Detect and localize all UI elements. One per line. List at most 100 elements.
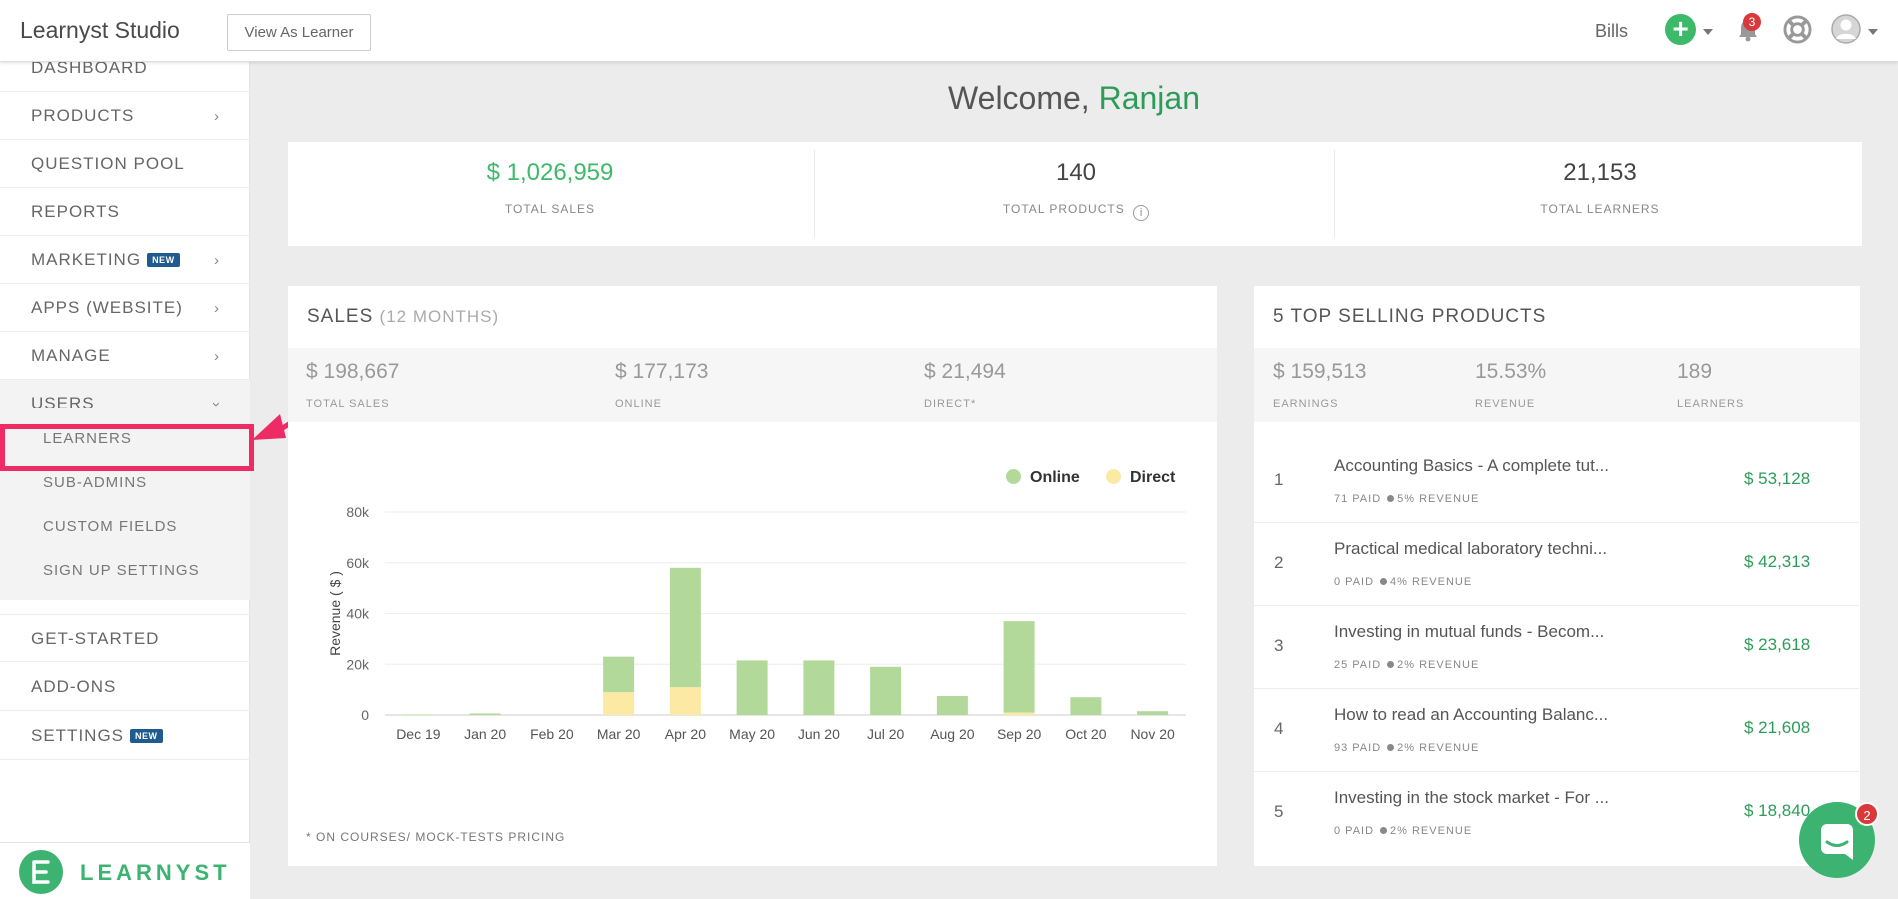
welcome-heading: Welcome, Ranjan	[250, 80, 1898, 117]
x-tick-label: Oct 20	[1065, 726, 1106, 742]
submenu-item-custom-fields[interactable]: CUSTOM FIELDS	[43, 518, 177, 535]
y-tick-label: 40k	[346, 606, 370, 622]
add-icon[interactable]: +	[1665, 14, 1696, 45]
product-meta: 25 PAID 2% REVENUE	[1334, 659, 1479, 671]
product-row[interactable]: 5 Investing in the stock market - For ..…	[1254, 772, 1859, 855]
x-tick-label: Jul 20	[867, 726, 905, 742]
sidebar-item-question-pool[interactable]: QUESTION POOL	[0, 140, 250, 188]
stats-card: $ 1,026,959 TOTAL SALES 140 TOTAL PRODUC…	[288, 142, 1862, 246]
sidebar-item-label: QUESTION POOL	[31, 154, 185, 173]
summary-label: LEARNERS	[1677, 398, 1745, 410]
bar-online	[736, 660, 768, 715]
stat-value: 21,153	[1563, 159, 1637, 186]
product-amount: $ 42,313	[1744, 552, 1811, 571]
welcome-name: Ranjan	[1098, 80, 1200, 116]
divider	[1334, 150, 1335, 238]
product-meta: 0 PAID 4% REVENUE	[1334, 576, 1472, 588]
top-header: Learnyst Studio View As Learner Bills + …	[0, 0, 1898, 62]
view-as-learner-button[interactable]: View As Learner	[227, 14, 371, 51]
summary-label: REVENUE	[1475, 398, 1536, 410]
bar-online	[669, 567, 701, 688]
chevron-down-icon[interactable]	[1703, 29, 1713, 35]
x-tick-label: Aug 20	[930, 726, 975, 742]
x-tick-label: Mar 20	[597, 726, 641, 742]
stat-label: TOTAL LEARNERS	[1540, 202, 1660, 216]
y-tick-label: 20k	[346, 656, 370, 672]
x-tick-label: Dec 19	[396, 726, 441, 742]
bar-online	[1070, 697, 1102, 715]
product-paid: 25 PAID	[1334, 659, 1382, 671]
y-tick-label: 60k	[346, 555, 370, 571]
sidebar-item-add-ons[interactable]: ADD-ONS	[0, 663, 250, 711]
x-tick-label: Jun 20	[798, 726, 840, 742]
bills-link[interactable]: Bills	[1595, 21, 1628, 42]
sidebar-item-marketing[interactable]: MARKETING NEW ›	[0, 236, 250, 284]
sales-title: SALES	[307, 306, 374, 327]
sidebar-item-manage[interactable]: MANAGE ›	[0, 332, 250, 380]
product-name[interactable]: Investing in mutual funds - Becom...	[1334, 622, 1604, 642]
sales-subtitle: (12 MONTHS)	[379, 307, 500, 326]
legend-online-label: Online	[1030, 469, 1080, 486]
product-revenue: 4% REVENUE	[1390, 576, 1473, 588]
y-tick-label: 0	[361, 707, 369, 723]
learnyst-logo-icon	[19, 850, 63, 894]
product-rank: 3	[1274, 636, 1284, 655]
sidebar-item-products[interactable]: PRODUCTS ›	[0, 92, 250, 140]
bar-online	[469, 713, 501, 715]
chevron-down-icon[interactable]	[1868, 29, 1878, 35]
bar-direct	[1003, 712, 1035, 715]
bar-online	[402, 714, 434, 716]
x-tick-label: Apr 20	[665, 726, 706, 742]
chevron-right-icon: ›	[214, 348, 219, 365]
product-row[interactable]: 1 Accounting Basics - A complete tut... …	[1254, 440, 1859, 523]
product-name[interactable]: Investing in the stock market - For ...	[1334, 788, 1609, 808]
summary-value: $ 177,173	[615, 360, 709, 383]
stat-total-learners: 21,153 TOTAL LEARNERS	[1338, 142, 1862, 246]
user-avatar-icon[interactable]	[1831, 14, 1861, 44]
summary-value: $ 159,513	[1273, 360, 1367, 383]
submenu-item-sub-admins[interactable]: SUB-ADMINS	[43, 474, 147, 491]
sales-card-title: SALES (12 MONTHS)	[307, 306, 499, 328]
sidebar-item-get-started[interactable]: GET-STARTED	[0, 614, 250, 662]
submenu-item-sign-up-settings[interactable]: SIGN UP SETTINGS	[43, 562, 200, 579]
product-amount: $ 21,608	[1744, 718, 1811, 737]
product-row[interactable]: 2 Practical medical laboratory techni...…	[1254, 523, 1859, 606]
product-paid: 0 PAID	[1334, 576, 1375, 588]
product-name[interactable]: Practical medical laboratory techni...	[1334, 539, 1607, 559]
product-row[interactable]: 4 How to read an Accounting Balanc... 93…	[1254, 689, 1859, 772]
x-tick-label: Feb 20	[530, 726, 574, 742]
product-revenue: 5% REVENUE	[1397, 493, 1480, 505]
legend-direct-label: Direct	[1130, 469, 1176, 486]
sales-chart: 0 20k 40k 60k 80k Revenue ( $ ) Dec 19 Jan 20 Fe…	[327, 504, 1186, 742]
learners-highlight-box	[0, 424, 254, 471]
x-tick-label: Sep 20	[997, 726, 1042, 742]
sidebar-item-apps-website[interactable]: APPS (WEBSITE) ›	[0, 284, 250, 332]
sidebar-item-label: APPS (WEBSITE)	[31, 298, 183, 317]
product-rank: 2	[1274, 553, 1284, 572]
sales-card: SALES (12 MONTHS) $ 198,667 TOTAL SALES …	[288, 286, 1217, 866]
product-paid: 93 PAID	[1334, 742, 1382, 754]
summary-value: 189	[1677, 360, 1713, 383]
lifebuoy-icon[interactable]	[1783, 15, 1812, 44]
app-title[interactable]: Learnyst Studio	[20, 17, 180, 44]
bar-online	[870, 666, 902, 715]
sidebar-item-label: ADD-ONS	[31, 677, 117, 696]
product-row[interactable]: 3 Investing in mutual funds - Becom... 2…	[1254, 606, 1859, 689]
bar-online	[803, 660, 835, 715]
bar-direct	[603, 692, 635, 715]
info-icon[interactable]: i	[1133, 205, 1150, 221]
bar-online	[1137, 711, 1169, 715]
product-revenue: 2% REVENUE	[1397, 742, 1480, 754]
summary-value: 15.53%	[1475, 360, 1547, 383]
sidebar-item-reports[interactable]: REPORTS	[0, 188, 250, 236]
x-tick-label: Jan 20	[464, 726, 506, 742]
bar-direct	[669, 687, 701, 715]
stat-label: TOTAL SALES	[504, 202, 596, 216]
product-name[interactable]: How to read an Accounting Balanc...	[1334, 705, 1608, 725]
y-tick-label: 80k	[346, 504, 370, 520]
sidebar-item-settings[interactable]: SETTINGS NEW	[0, 712, 250, 760]
product-name[interactable]: Accounting Basics - A complete tut...	[1334, 456, 1609, 476]
stat-label: TOTAL PRODUCTS	[1002, 202, 1125, 216]
product-amount: $ 53,128	[1744, 469, 1811, 488]
sidebar-item-label: GET-STARTED	[31, 629, 160, 648]
